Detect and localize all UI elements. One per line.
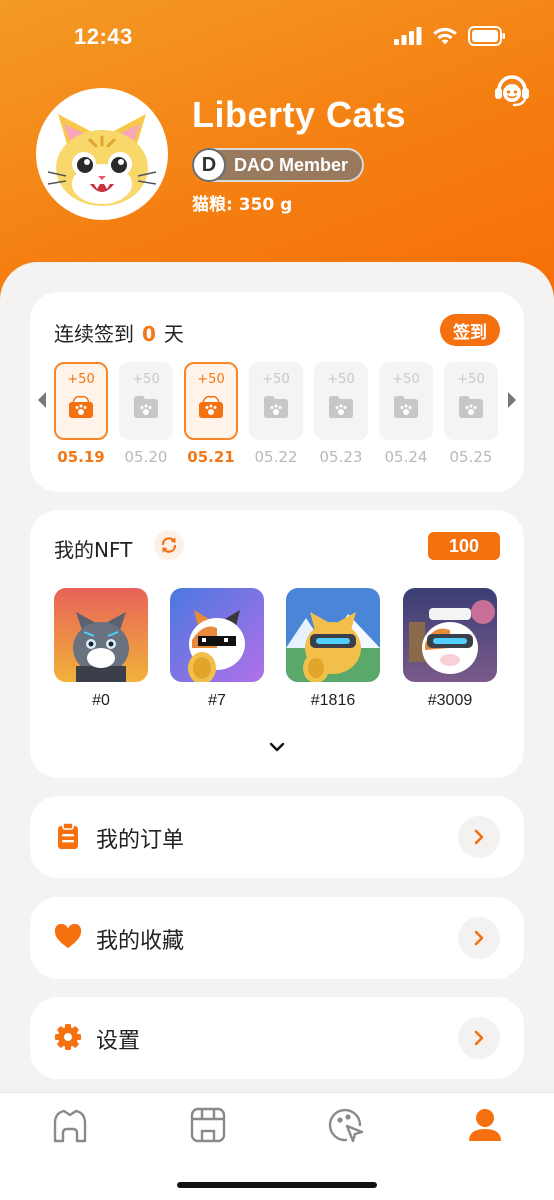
checkin-day-box: +50 (379, 362, 433, 440)
refresh-icon[interactable] (154, 530, 184, 560)
refresh-arrows-icon (161, 537, 177, 553)
checkin-day-box: +50 (444, 362, 498, 440)
cat-avatar-icon (47, 114, 157, 206)
checkin-title-prefix: 连续签到 (54, 322, 134, 346)
checkin-day-date: 05.25 (449, 448, 493, 466)
checkin-day-points: +50 (197, 372, 225, 387)
cat-food-icon (69, 395, 93, 418)
menu-label-settings: 设置 (96, 1029, 141, 1054)
checkin-title: 连续签到 0 天 (54, 318, 184, 347)
profile-name: Liberty Cats (192, 94, 407, 135)
checkin-day[interactable]: +50 05.19 (54, 362, 108, 466)
nft-thumbnail (403, 588, 497, 682)
menu-item-favorites[interactable]: 我的收藏 (30, 897, 524, 979)
dao-member-badge: D DAO Member (192, 148, 365, 182)
nft-id-label: #3009 (427, 692, 473, 709)
nft-item[interactable]: #7 (170, 588, 264, 710)
menu-item-orders[interactable]: 我的订单 (30, 796, 524, 878)
checkin-day[interactable]: +50 05.21 (184, 362, 238, 466)
checkin-day-box: +50 (54, 362, 108, 440)
nft-section-title: 我的NFT (54, 538, 133, 562)
checkin-day-date: 05.21 (187, 448, 235, 466)
checkin-day-points: +50 (392, 372, 420, 387)
cat-food-balance: 猫粮: 350 g (192, 190, 292, 215)
chevron-right-icon[interactable] (458, 816, 500, 858)
checkin-day-date: 05.20 (124, 448, 168, 466)
checkin-streak-count: 0 (142, 322, 156, 346)
chevron-right-icon[interactable] (458, 917, 500, 959)
paw-folder-icon (394, 396, 418, 418)
checkin-day-date: 05.19 (57, 448, 105, 466)
checkin-day-date: 05.23 (319, 448, 363, 466)
dao-badge-label: DAO Member (234, 154, 349, 175)
profile-screen: 12:43 Liberty Cats D DAO Member 猫粮: 350 … (0, 0, 554, 1200)
headset-icon[interactable] (492, 72, 532, 108)
checkin-day-points: +50 (262, 372, 290, 387)
checkin-day-date: 05.24 (384, 448, 428, 466)
tab-discover-icon[interactable] (326, 1105, 366, 1145)
checkin-day[interactable]: +50 05.22 (249, 362, 303, 466)
menu-item-settings[interactable]: 设置 (30, 997, 524, 1079)
menu-label-orders: 我的订单 (96, 828, 185, 853)
clipboard-icon (58, 822, 78, 849)
menu-label-favorites: 我的收藏 (96, 929, 185, 954)
tab-home-icon[interactable] (50, 1105, 90, 1145)
tab-profile-icon[interactable] (465, 1105, 505, 1145)
checkin-day[interactable]: +50 05.23 (314, 362, 368, 466)
nft-id-label: #0 (92, 692, 110, 709)
paw-folder-icon (329, 396, 353, 418)
nft-item[interactable]: #1816 (286, 588, 380, 710)
status-time: 12:43 (74, 24, 133, 49)
nft-thumbnail (170, 588, 264, 682)
checkin-day[interactable]: +50 05.25 (444, 362, 498, 466)
nft-count-badge: 100 (428, 532, 500, 560)
scroll-right-icon[interactable] (508, 392, 516, 408)
checkin-day-box: +50 (314, 362, 368, 440)
nft-item[interactable]: #3009 (403, 588, 497, 710)
dao-letter-icon: D (192, 148, 226, 182)
checkin-day-points: +50 (132, 372, 160, 387)
nft-id-label: #7 (208, 692, 226, 709)
scroll-left-icon[interactable] (38, 392, 46, 408)
cat-food-label: 猫粮: (192, 195, 233, 215)
tab-store-icon[interactable] (188, 1105, 228, 1145)
signal-icon (394, 27, 422, 45)
heart-icon (54, 923, 82, 948)
chevron-down-icon[interactable] (267, 740, 287, 754)
checkin-day[interactable]: +50 05.24 (379, 362, 433, 466)
paw-folder-icon (459, 396, 483, 418)
checkin-day[interactable]: +50 05.20 (119, 362, 173, 466)
checkin-day-points: +50 (67, 372, 95, 387)
checkin-day-box: +50 (184, 362, 238, 440)
gear-icon (55, 1024, 81, 1050)
nft-card: 我的NFT 100 #0 #7 #1816 #3009 (30, 510, 524, 778)
checkin-title-suffix: 天 (163, 322, 184, 346)
paw-folder-icon (134, 396, 158, 418)
chevron-right-icon[interactable] (458, 1017, 500, 1059)
nft-id-label: #1816 (310, 692, 356, 709)
checkin-day-box: +50 (119, 362, 173, 440)
checkin-card: 连续签到 0 天 签到 +50 05.19 +50 05.20 +50 05.21 +50 05.… (30, 292, 524, 492)
checkin-day-points: +50 (457, 372, 485, 387)
home-indicator (177, 1182, 377, 1188)
wifi-icon (433, 27, 457, 44)
status-bar: 12:43 (0, 0, 554, 76)
nft-item[interactable]: #0 (54, 588, 148, 710)
status-icons (394, 26, 506, 46)
paw-folder-icon (264, 396, 288, 418)
cat-food-value: 350 g (238, 195, 293, 215)
checkin-day-date: 05.22 (254, 448, 298, 466)
cat-food-icon (199, 395, 223, 418)
nft-thumbnail (54, 588, 148, 682)
battery-icon (468, 26, 505, 46)
avatar[interactable] (36, 88, 168, 220)
checkin-day-points: +50 (327, 372, 355, 387)
nft-thumbnail (286, 588, 380, 682)
checkin-button[interactable]: 签到 (440, 314, 500, 346)
checkin-day-box: +50 (249, 362, 303, 440)
